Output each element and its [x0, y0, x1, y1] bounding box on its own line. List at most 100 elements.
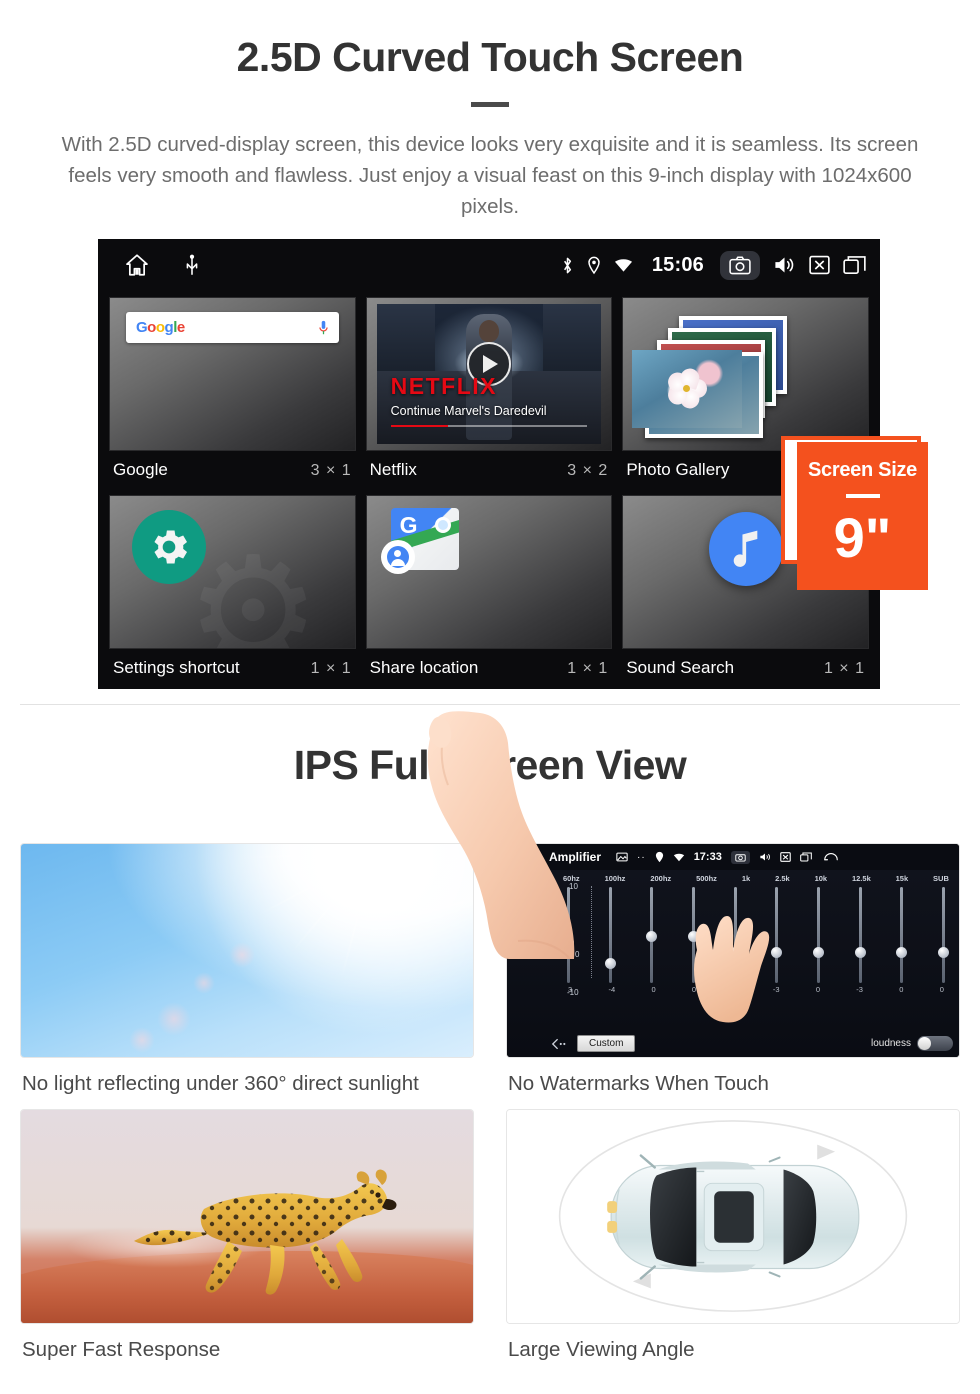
loudness-label: loudness [870, 1038, 911, 1049]
wifi-icon [673, 853, 685, 862]
music-note-icon[interactable] [708, 512, 783, 586]
eq-band-label: 2.5k [775, 874, 790, 883]
eq-band-label: 12.5k [851, 874, 871, 883]
back-arrow-icon[interactable] [551, 1038, 567, 1050]
status-bar-clock: 15:06 [651, 253, 704, 276]
widget-size: 1 × 1 [567, 660, 609, 677]
car-top-view-illustration [558, 1120, 908, 1312]
eq-band-value: 0 [899, 985, 904, 994]
volume-icon[interactable] [759, 852, 771, 862]
home-icon[interactable] [517, 850, 531, 864]
widget-cell-netflix[interactable]: NETFLIX Continue Marvel's Daredevil Netf… [361, 291, 618, 489]
feature-fast-response: Super Fast Response [20, 1109, 474, 1362]
android-home-screen: 15:06 Google Google 3 × 1 NETFLIX Contin… [98, 239, 880, 689]
feature-viewing-angle: Large Viewing Angle [506, 1109, 960, 1362]
feature-grid: No light reflecting under 360° direct su… [20, 843, 960, 1375]
feature-caption: No light reflecting under 360° direct su… [22, 1072, 419, 1095]
settings-shortcut-widget[interactable]: ⚙ [109, 495, 356, 649]
google-logo: Google [136, 319, 185, 336]
eq-band-value: 0 [651, 985, 656, 994]
camera-icon[interactable] [730, 850, 750, 864]
ips-full-screen-view-section: IPS Full Screen View No light reflecting… [0, 705, 980, 1375]
device-screen-illustration: 15:06 Google Google 3 × 1 NETFLIX Contin… [0, 239, 980, 959]
loudness-toggle[interactable] [917, 1036, 953, 1051]
widget-size: 3 × 1 [310, 462, 352, 479]
widget-cell-settings[interactable]: ⚙ Settings shortcut 1 × 1 [104, 489, 361, 687]
gear-icon[interactable] [132, 510, 206, 584]
eq-band-label: 1k [741, 874, 751, 883]
equalizer-icon[interactable] [519, 876, 543, 892]
progress-bar [390, 424, 588, 427]
photo-gallery-widget[interactable] [622, 297, 869, 451]
feature-sunlight: No light reflecting under 360° direct su… [20, 843, 474, 1096]
widget-cell-share-location[interactable]: G Share location 1 × 1 [361, 489, 618, 687]
status-badge: Screen Size 9" [797, 442, 928, 590]
badge-divider [845, 494, 880, 498]
curved-touch-screen-section: 2.5D Curved Touch Screen With 2.5D curve… [0, 0, 980, 959]
eq-scale-mid: 0 [575, 950, 580, 959]
widget-label-google: Google 3 × 1 [109, 451, 356, 489]
widget-grid: Google Google 3 × 1 NETFLIX Continue Mar… [98, 291, 880, 687]
eq-band-label: SUB [933, 874, 949, 883]
widget-label-netflix: Netflix 3 × 2 [366, 451, 613, 489]
eq-scale-ticks [591, 886, 592, 978]
camera-icon[interactable] [720, 250, 760, 280]
preset-button[interactable]: Custom [577, 1035, 636, 1052]
back-icon[interactable] [823, 852, 839, 862]
eq-band-labels: 60hz 100hz 200hz 500hz 1k 2.5k 10k 12.5k… [559, 874, 953, 883]
eq-slider[interactable] [896, 887, 908, 983]
page-indicator[interactable] [98, 687, 880, 689]
google-search-widget[interactable]: Google [109, 297, 356, 451]
eq-slider[interactable] [604, 887, 616, 983]
status-bar: 15:06 [98, 239, 880, 291]
eq-slider[interactable] [646, 887, 658, 983]
eq-band-value: -3 [856, 985, 863, 994]
close-box-icon[interactable] [809, 255, 830, 275]
search-input[interactable]: Google [126, 312, 339, 343]
eq-band-value: 0 [815, 985, 820, 994]
fader-volume-icon[interactable] [519, 917, 543, 936]
feature-no-watermarks: Amplifier ·· 17:33 Balance Fader 60hz 10… [506, 843, 960, 1096]
microphone-icon[interactable] [318, 320, 329, 336]
amplifier-clock: 17:33 [693, 851, 722, 863]
widget-size: 3 × 2 [567, 462, 609, 479]
eq-slider[interactable] [937, 887, 949, 983]
eq-band-label: 100hz [604, 874, 626, 883]
netflix-continue-title: Continue Marvel's Daredevil [390, 404, 547, 418]
widget-label-sound-search: Sound Search 1 × 1 [622, 649, 869, 687]
eq-scale-max: 10 [569, 882, 578, 891]
loudness-control[interactable]: loudness [871, 1036, 953, 1051]
share-location-widget[interactable]: G [365, 495, 613, 649]
eq-slider[interactable] [854, 887, 866, 983]
eq-scale-min: -10 [567, 988, 579, 997]
fader-label[interactable]: Fader [507, 942, 555, 952]
car-top-view-image [506, 1109, 960, 1324]
recent-apps-icon[interactable] [843, 255, 866, 275]
volume-icon[interactable] [773, 255, 796, 275]
netflix-widget[interactable]: NETFLIX Continue Marvel's Daredevil [365, 297, 613, 451]
widget-name: Netflix [369, 460, 417, 479]
eq-band-label: 10k [814, 874, 828, 883]
screen-size-value: 9" [833, 506, 892, 569]
more-dots-icon: ·· [637, 851, 646, 863]
eq-band-value: 0 [939, 985, 944, 994]
close-box-icon[interactable] [780, 852, 791, 862]
widget-name: Google [113, 460, 168, 479]
section2-title: IPS Full Screen View [293, 742, 687, 788]
bluetooth-icon [561, 256, 574, 275]
usb-icon[interactable] [184, 254, 200, 276]
amplifier-equalizer-screen: Amplifier ·· 17:33 Balance Fader 60hz 10… [506, 843, 960, 1058]
recent-apps-icon[interactable] [799, 852, 812, 862]
title-underline [471, 102, 509, 107]
eq-band-label: 500hz [696, 874, 717, 883]
widget-cell-google[interactable]: Google Google 3 × 1 [104, 291, 361, 489]
home-icon[interactable] [124, 252, 150, 278]
amplifier-status-bar: Amplifier ·· 17:33 [507, 844, 959, 870]
eq-slider[interactable] [563, 887, 574, 983]
widget-label-settings: Settings shortcut 1 × 1 [109, 649, 356, 687]
image-icon [616, 852, 628, 862]
eq-slider[interactable] [812, 887, 824, 983]
widget-name: Photo Gallery [626, 460, 730, 479]
balance-label[interactable]: Balance [507, 899, 555, 909]
amplifier-side-nav[interactable]: Balance Fader [507, 870, 555, 1057]
